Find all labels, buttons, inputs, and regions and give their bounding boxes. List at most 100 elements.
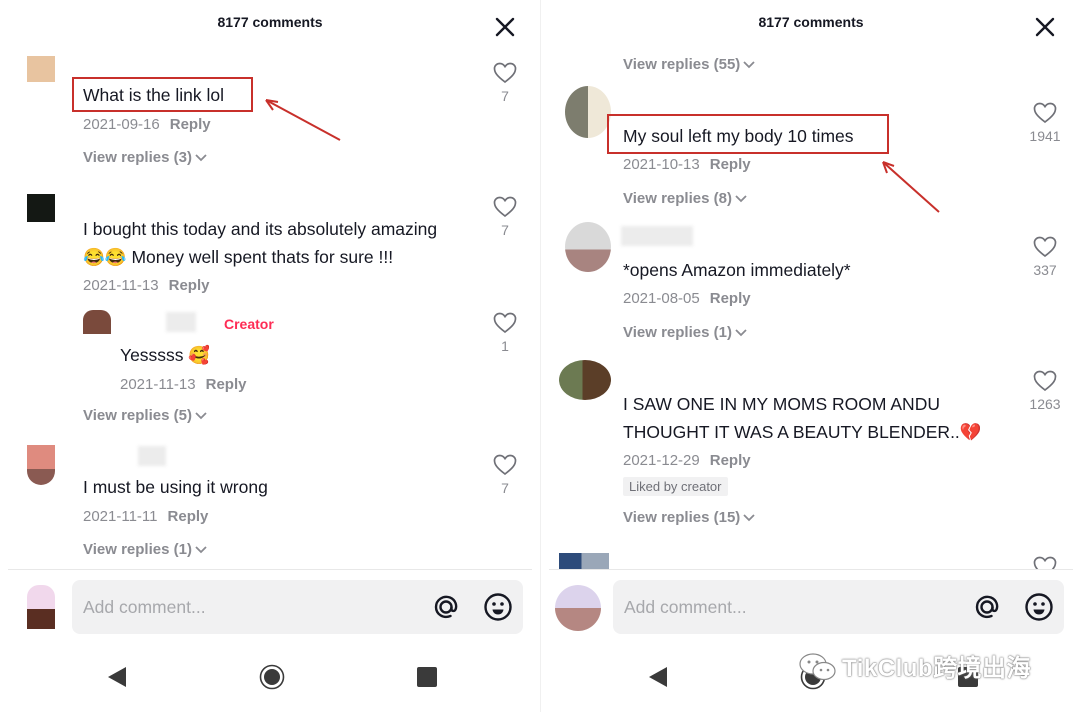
comment-text-line: I SAW ONE IN MY MOMS ROOM ANDU	[623, 394, 940, 414]
view-replies-label: View replies (3)	[83, 149, 192, 166]
comment-text-line: 😂😂 Money well spent thats for sure !!!	[83, 247, 394, 267]
like-button[interactable]: 1941	[1025, 102, 1065, 144]
view-replies-button[interactable]: View replies (8)	[623, 190, 747, 207]
avatar[interactable]	[559, 360, 611, 400]
emoji-icon[interactable]	[1024, 592, 1054, 622]
comment-meta: 2021-11-13 Reply	[120, 376, 246, 393]
watermark-text: TikClub跨境出海	[842, 655, 1032, 682]
heart-icon	[493, 312, 517, 334]
home-icon[interactable]	[259, 664, 285, 690]
chevron-down-icon	[195, 154, 207, 162]
view-replies-button[interactable]: View replies (55)	[623, 56, 755, 73]
reply-button[interactable]: Reply	[169, 277, 210, 294]
avatar[interactable]	[565, 86, 611, 138]
view-replies-button[interactable]: View replies (15)	[623, 509, 755, 526]
view-replies-button[interactable]: View replies (3)	[83, 149, 207, 166]
chevron-down-icon	[195, 412, 207, 420]
reply-text: Yesssss 🥰	[120, 345, 211, 365]
blurred-username	[138, 446, 166, 466]
reply-button[interactable]: Reply	[206, 376, 247, 393]
like-button[interactable]: 1263	[1025, 370, 1065, 412]
comment-text-line: THOUGHT IT WAS A BEAUTY BLENDER..💔	[623, 422, 982, 442]
comment-date: 2021-08-05	[623, 290, 700, 307]
divider	[549, 569, 1073, 570]
comment-date: 2021-11-11	[83, 508, 158, 525]
comment-meta: 2021-11-11 Reply	[83, 508, 208, 525]
creator-tag: Creator	[224, 316, 274, 332]
comment-input[interactable]	[83, 592, 413, 622]
like-count: 7	[501, 88, 509, 104]
avatar[interactable]	[559, 553, 609, 569]
comment-meta: 2021-10-13 Reply	[623, 156, 751, 173]
chevron-down-icon	[735, 195, 747, 203]
view-replies-label: View replies (8)	[623, 190, 732, 207]
comment-input-bar	[613, 580, 1064, 634]
view-replies-label: View replies (1)	[83, 541, 192, 558]
chevron-down-icon	[735, 329, 747, 337]
android-nav-bar	[0, 652, 540, 702]
avatar	[27, 585, 55, 629]
mention-icon[interactable]	[972, 592, 1002, 622]
like-count: 7	[501, 222, 509, 238]
heart-icon	[493, 62, 517, 84]
comment-meta: 2021-09-16 Reply	[83, 116, 211, 133]
avatar[interactable]	[83, 310, 111, 334]
close-icon[interactable]	[492, 14, 518, 40]
heart-icon	[1033, 236, 1057, 258]
avatar[interactable]	[27, 445, 55, 485]
close-icon[interactable]	[1032, 14, 1058, 40]
chevron-down-icon	[195, 546, 207, 554]
comment-meta: 2021-08-05 Reply	[623, 290, 751, 307]
highlight-box	[72, 77, 253, 112]
divider	[8, 569, 532, 570]
comments-panel-right: 8177 comments View replies (55) My soul …	[540, 0, 1080, 712]
like-button[interactable]: 7	[485, 196, 525, 238]
back-icon[interactable]	[645, 664, 671, 690]
annotation-arrow	[882, 161, 940, 213]
avatar[interactable]	[27, 194, 55, 222]
liked-by-creator-badge: Liked by creator	[623, 477, 728, 496]
like-button[interactable]	[1025, 556, 1065, 569]
comment-text: I must be using it wrong	[83, 477, 268, 497]
comment-date: 2021-09-16	[83, 116, 160, 133]
reply-button[interactable]: Reply	[170, 116, 211, 133]
heart-icon	[493, 196, 517, 218]
like-button[interactable]: 1	[485, 312, 525, 354]
view-replies-button[interactable]: View replies (1)	[623, 324, 747, 341]
highlight-box	[607, 114, 889, 154]
like-button[interactable]: 337	[1025, 236, 1065, 278]
comments-count-title: 8177 comments	[758, 14, 864, 30]
view-replies-button[interactable]: View replies (1)	[83, 541, 207, 558]
like-count: 1263	[1029, 396, 1061, 412]
reply-button[interactable]: Reply	[710, 290, 751, 307]
comments-count-title: 8177 comments	[217, 14, 323, 30]
reply-button[interactable]: Reply	[168, 508, 209, 525]
chevron-down-icon	[743, 61, 755, 69]
avatar[interactable]	[565, 222, 611, 272]
comment-input-bar	[72, 580, 523, 634]
comment-input[interactable]	[624, 592, 954, 622]
comment-date: 2021-10-13	[623, 156, 700, 173]
like-count: 337	[1033, 262, 1057, 278]
emoji-icon[interactable]	[483, 592, 513, 622]
recents-icon[interactable]	[414, 664, 440, 690]
view-replies-button[interactable]: View replies (5)	[83, 407, 207, 424]
back-icon[interactable]	[104, 664, 130, 690]
view-replies-label: View replies (5)	[83, 407, 192, 424]
comment-text-line: I bought this today and its absolutely a…	[83, 219, 438, 239]
reply-button[interactable]: Reply	[710, 452, 751, 469]
wechat-logo-icon	[799, 653, 836, 681]
avatar[interactable]	[27, 56, 55, 82]
mention-icon[interactable]	[431, 592, 461, 622]
view-replies-label: View replies (1)	[623, 324, 732, 341]
like-button[interactable]: 7	[485, 62, 525, 104]
reply-button[interactable]: Reply	[710, 156, 751, 173]
like-count: 1	[501, 338, 509, 354]
chevron-down-icon	[743, 514, 755, 522]
heart-icon	[493, 454, 517, 476]
blurred-username	[166, 312, 196, 332]
like-button[interactable]: 7	[485, 454, 525, 496]
avatar	[555, 585, 601, 631]
comment-meta: 2021-12-29 Reply	[623, 452, 751, 469]
view-replies-label: View replies (55)	[623, 56, 741, 73]
